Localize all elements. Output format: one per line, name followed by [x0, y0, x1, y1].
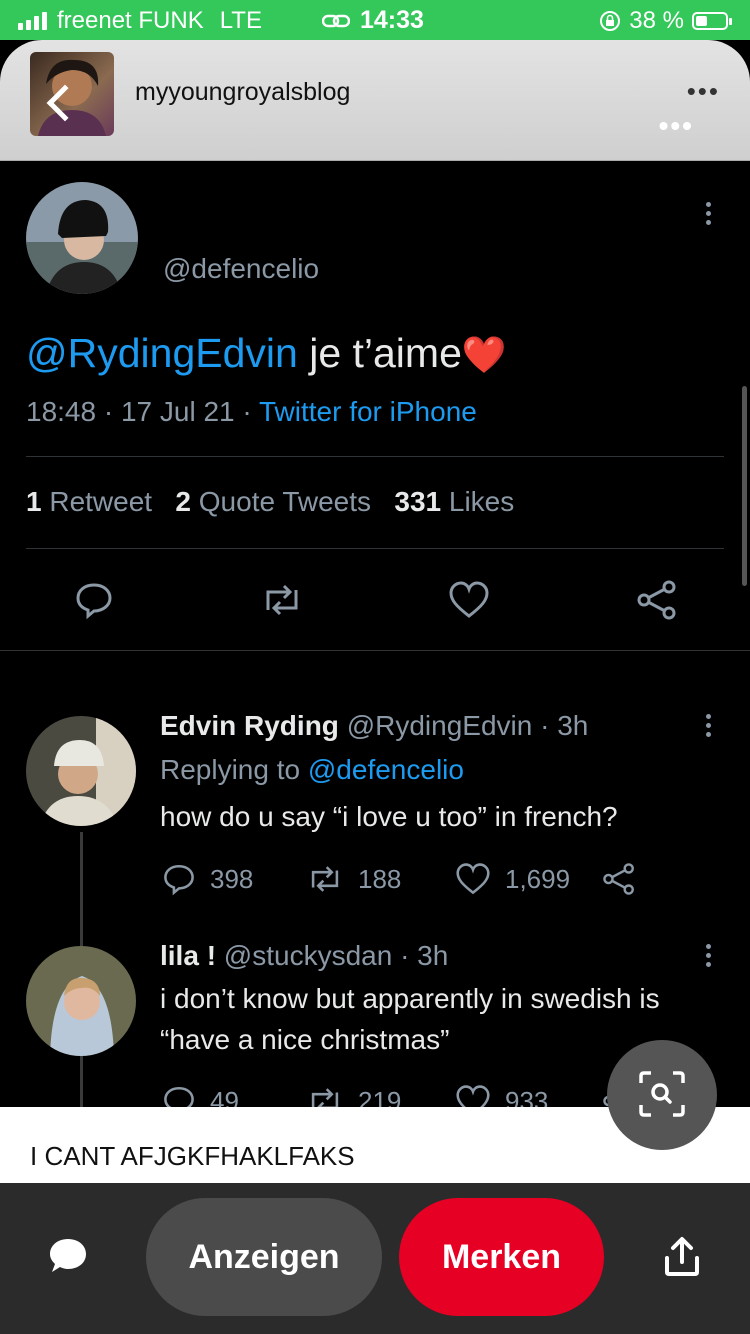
like-label: Likes — [448, 486, 515, 517]
carrier: freenet FUNK — [57, 7, 204, 34]
reply-avatar — [26, 946, 136, 1056]
reply-reply-action: 398 — [162, 862, 253, 896]
divider — [26, 548, 724, 549]
comment-icon[interactable] — [48, 1236, 88, 1276]
scroll-indicator — [742, 386, 747, 586]
tweet-timestamp: 18:48 · 17 Jul 21 · — [26, 396, 259, 427]
like-count: 331 — [394, 486, 442, 517]
share-icon — [636, 580, 678, 625]
tweet-mention: @RydingEdvin — [26, 330, 298, 376]
tweet-stats: 1 Retweet 2 Quote Tweets 331 Likes — [26, 486, 514, 518]
tweet-body: je t’aime — [297, 330, 462, 376]
reply-retweet-count: 188 — [358, 863, 402, 894]
reply-text-line1: i don’t know but apparently in swedish i… — [160, 983, 660, 1014]
tweet-author-avatar — [26, 182, 138, 294]
bottom-action-bar: Anzeigen Merken — [0, 1183, 750, 1334]
blog-name[interactable]: myyoungroyalsblog — [135, 78, 350, 107]
like-icon — [456, 863, 490, 895]
clock: 14:33 — [360, 6, 424, 34]
quote-count: 2 — [175, 486, 191, 517]
reply-reply-count: 398 — [210, 863, 254, 894]
battery-icon — [692, 12, 732, 30]
tweet-source: Twitter for iPhone — [258, 396, 477, 427]
reply-avatar — [26, 716, 136, 826]
pin-sheet: myyoungroyalsblog ••• ••• @defencelio @R… — [0, 40, 750, 1183]
reply-header: lila ! @stuckysdan · 3h — [160, 940, 448, 972]
lens-search-icon — [639, 1071, 685, 1117]
retweet-count: 1 — [26, 486, 42, 517]
reply-retweet-action: 188 — [306, 862, 401, 896]
battery-fill — [696, 16, 707, 26]
retweet-label: Retweet — [49, 486, 153, 517]
replying-to-label: Replying to — [160, 754, 308, 785]
like-icon — [448, 580, 490, 625]
tweet-meta: 18:48 · 17 Jul 21 · Twitter for iPhone — [26, 396, 477, 428]
reply-icon — [164, 864, 194, 896]
reply-icon — [74, 580, 114, 625]
reply-text: how do u say “i love u too” in french? — [160, 801, 618, 832]
tweet-text: @RydingEdvin je t’aime❤️ — [26, 330, 507, 377]
heart-emoji: ❤️ — [461, 334, 507, 375]
reply-author-handle: @RydingEdvin · 3h — [346, 710, 589, 741]
reply-like-action: 1,699 — [455, 862, 570, 896]
reply-options-icon[interactable] — [706, 714, 712, 741]
replying-to-handle: @defencelio — [307, 754, 464, 785]
retweet-icon — [311, 866, 339, 892]
reply-header: Edvin Ryding @RydingEdvin · 3h — [160, 710, 588, 742]
more-menu-icon[interactable]: ••• — [659, 110, 694, 142]
tweet-actions — [0, 572, 750, 632]
show-button[interactable]: Anzeigen — [146, 1198, 382, 1316]
divider — [26, 456, 724, 457]
signal-icon — [18, 12, 47, 30]
visual-search-button[interactable] — [607, 1040, 717, 1150]
replying-to: Replying to @defencelio — [160, 754, 464, 786]
share-upload-icon[interactable] — [662, 1236, 702, 1278]
reply-author-name: lila ! — [160, 940, 217, 971]
reply-text-line2: “have a nice christmas” — [160, 1024, 450, 1055]
blog-header: myyoungroyalsblog ••• ••• — [0, 40, 750, 161]
reply-like-count: 1,699 — [505, 863, 571, 894]
tweet-handle: @defencelio — [163, 253, 320, 284]
reply-author-name: Edvin Ryding — [160, 710, 339, 741]
caption-text: I CANT AFJGKFHAKLFAKS — [30, 1141, 355, 1171]
reply-share-action — [602, 862, 636, 896]
quote-label: Quote Tweets — [198, 486, 372, 517]
tweet-options-icon[interactable] — [706, 202, 712, 229]
network-type: LTE — [219, 7, 262, 34]
link-icon — [322, 14, 350, 27]
reply-options-icon[interactable] — [706, 944, 712, 971]
battery-percent: 38 % — [629, 7, 684, 34]
share-icon — [603, 863, 634, 895]
divider — [0, 650, 750, 651]
reply-author-handle: @stuckysdan · 3h — [223, 940, 449, 971]
status-bar: freenet FUNK LTE 14:33 38 % — [0, 0, 750, 40]
save-button[interactable]: Merken — [399, 1198, 604, 1316]
retweet-icon — [260, 580, 304, 625]
more-options-icon[interactable]: ••• — [687, 76, 720, 107]
orientation-lock-icon — [600, 11, 621, 31]
